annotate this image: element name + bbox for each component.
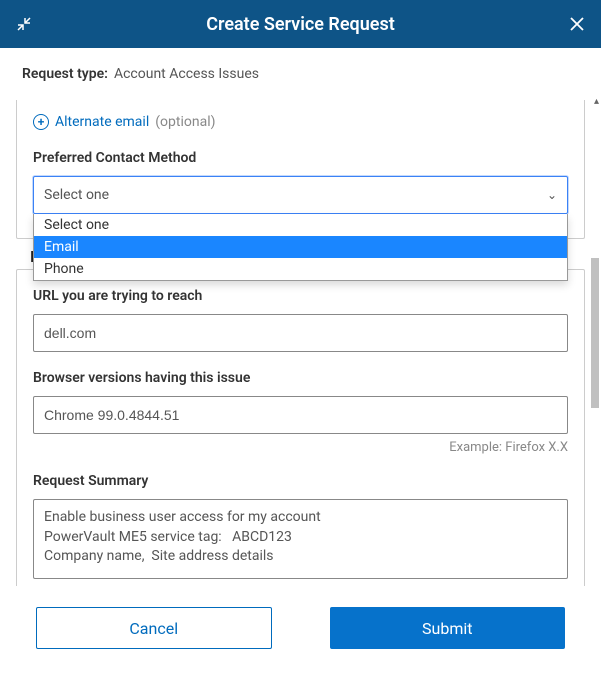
close-icon[interactable] — [567, 14, 587, 34]
plus-circle-icon: + — [33, 114, 49, 130]
alternate-email-link: Alternate email — [55, 114, 149, 130]
browser-input[interactable] — [33, 396, 568, 434]
scrollbar-thumb[interactable] — [591, 258, 599, 408]
contact-method-dropdown: Select one Email Phone — [33, 214, 568, 281]
contact-method-select[interactable]: Select one ⌄ — [33, 176, 568, 214]
cancel-button[interactable]: Cancel — [36, 607, 272, 649]
chevron-down-icon: ⌄ — [547, 188, 557, 202]
summary-label: Request Summary — [33, 473, 568, 489]
contact-method-label: Preferred Contact Method — [33, 150, 568, 166]
option-phone[interactable]: Phone — [34, 258, 567, 280]
create-service-request-modal: Create Service Request Request type: Acc… — [0, 0, 601, 679]
issue-card: URL you are trying to reach Browser vers… — [16, 269, 585, 586]
modal-title: Create Service Request — [34, 14, 567, 35]
summary-textarea[interactable]: Enable business user access for my accou… — [33, 499, 568, 579]
browser-example: Example: Firefox X.X — [33, 440, 568, 455]
form-scroll-area: + Alternate email (optional) Preferred C… — [0, 100, 601, 586]
request-type-value: Account Access Issues — [114, 66, 259, 82]
url-label: URL you are trying to reach — [33, 288, 568, 304]
browser-label: Browser versions having this issue — [33, 370, 568, 386]
contact-method-select-wrap: Select one ⌄ Select one Email Phone — [33, 176, 568, 214]
request-type-row: Request type: Account Access Issues — [0, 48, 601, 100]
scrollbar-arrow-up-icon[interactable]: ▴ — [594, 96, 599, 107]
request-type-label: Request type: — [22, 66, 108, 82]
contact-card: + Alternate email (optional) Preferred C… — [16, 100, 585, 239]
alternate-email-row[interactable]: + Alternate email (optional) — [33, 114, 568, 130]
option-select-one[interactable]: Select one — [34, 214, 567, 236]
submit-button[interactable]: Submit — [330, 607, 566, 649]
modal-footer: Cancel Submit — [0, 586, 601, 679]
collapse-icon[interactable] — [14, 14, 34, 34]
option-email[interactable]: Email — [34, 236, 567, 258]
url-input[interactable] — [33, 314, 568, 352]
optional-label: (optional) — [155, 114, 215, 130]
modal-header: Create Service Request — [0, 0, 601, 48]
contact-method-selected-text: Select one — [44, 187, 109, 203]
